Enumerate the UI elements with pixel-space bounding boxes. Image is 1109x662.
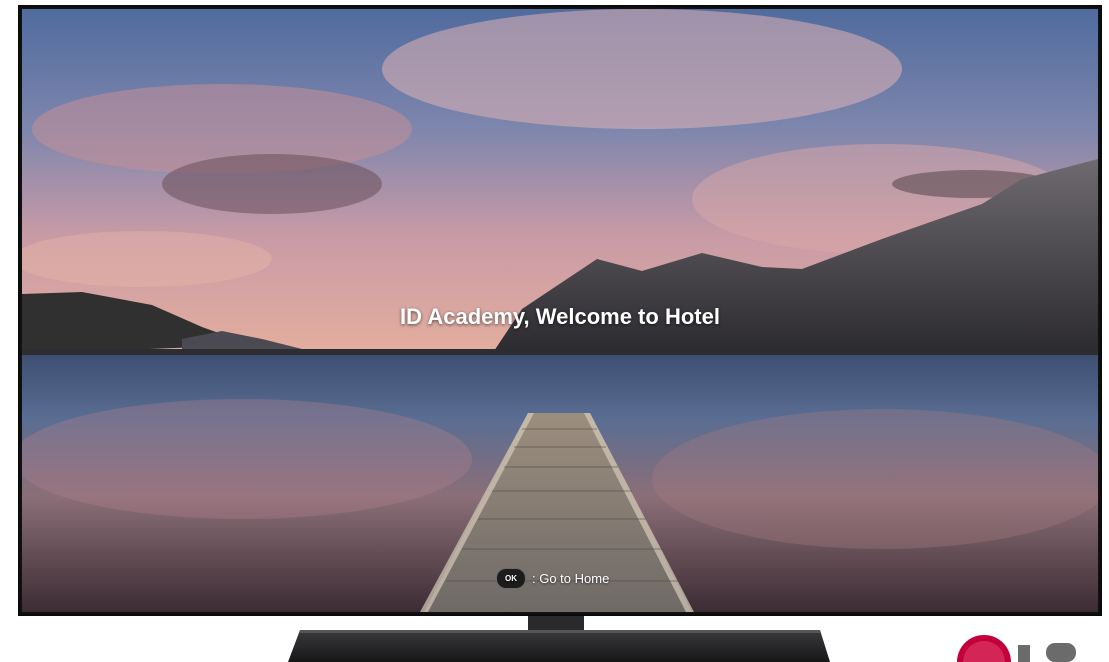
ok-key-icon: OK (496, 567, 526, 589)
go-home-label: : Go to Home (532, 570, 610, 586)
tv-screen: ID Academy, Welcome to Hotel OK : Go to … (22, 9, 1098, 612)
welcome-message: ID Academy, Welcome to Hotel (400, 304, 720, 329)
tv-frame: ID Academy, Welcome to Hotel OK : Go to … (18, 5, 1102, 616)
lg-logo (957, 635, 1076, 662)
tv-stand (288, 616, 830, 662)
go-home-hint[interactable]: OK : Go to Home (496, 567, 609, 589)
